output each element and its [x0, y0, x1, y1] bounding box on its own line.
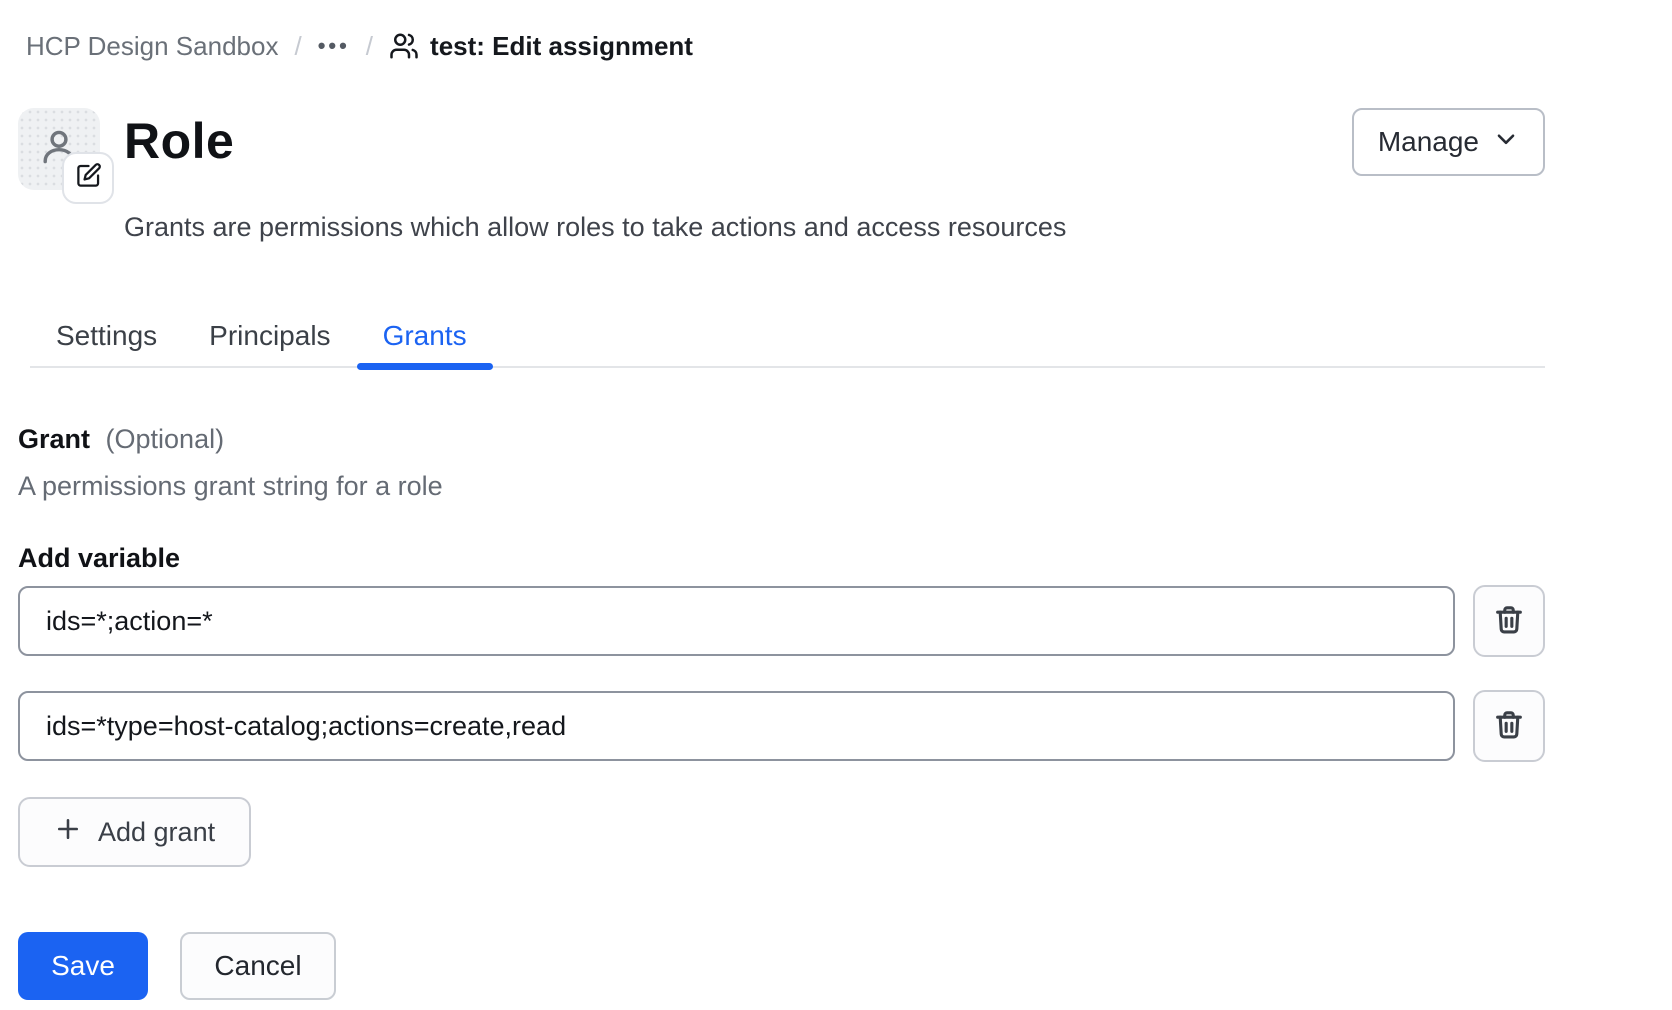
delete-grant-button-2[interactable]: [1473, 690, 1545, 762]
plus-icon: [54, 815, 82, 850]
role-avatar-wrap: [18, 108, 100, 190]
page-header: Role Grants are permissions which allow …: [18, 108, 1545, 242]
grant-input-2[interactable]: [18, 691, 1455, 761]
save-button[interactable]: Save: [18, 932, 148, 1000]
form-actions: Save Cancel: [18, 932, 1545, 1000]
grant-row: [18, 585, 1545, 657]
tab-settings[interactable]: Settings: [30, 320, 183, 366]
trash-icon: [1492, 708, 1526, 745]
breadcrumb-separator: /: [294, 31, 301, 62]
title-block: Role Grants are permissions which allow …: [124, 108, 1066, 242]
breadcrumb-item-hcp-design-sandbox[interactable]: HCP Design Sandbox: [26, 31, 278, 62]
page-title: Role: [124, 114, 1066, 168]
tab-grants[interactable]: Grants: [357, 320, 493, 366]
grant-field-label: Grant: [18, 424, 90, 454]
grant-field-label-row: Grant (Optional): [18, 424, 1545, 454]
cancel-button[interactable]: Cancel: [180, 932, 336, 1000]
grant-field-help: A permissions grant string for a role: [18, 471, 1545, 501]
add-variable-label: Add variable: [18, 543, 1545, 573]
tab-principals[interactable]: Principals: [183, 320, 356, 366]
breadcrumb: HCP Design Sandbox / ••• / test: Edit as…: [26, 30, 1545, 62]
breadcrumb-separator: /: [366, 31, 373, 62]
add-grant-button[interactable]: Add grant: [18, 797, 251, 867]
users-icon: [389, 31, 419, 61]
manage-button[interactable]: Manage: [1352, 108, 1545, 176]
avatar-edit-button[interactable]: [62, 152, 114, 204]
add-grant-button-label: Add grant: [98, 817, 215, 848]
delete-grant-button-1[interactable]: [1473, 585, 1545, 657]
grant-input-1[interactable]: [18, 586, 1455, 656]
breadcrumb-item-ellipsis[interactable]: •••: [318, 33, 350, 59]
chevron-down-icon: [1493, 126, 1519, 159]
breadcrumb-current-label: test: Edit assignment: [430, 31, 693, 62]
edit-pencil-icon: [75, 162, 102, 194]
page-subtitle: Grants are permissions which allow roles…: [124, 212, 1066, 242]
role-edit-page: HCP Design Sandbox / ••• / test: Edit as…: [18, 0, 1545, 1000]
trash-icon: [1492, 603, 1526, 640]
grant-row: [18, 690, 1545, 762]
tab-bar: Settings Principals Grants: [30, 320, 1545, 368]
breadcrumb-item-current: test: Edit assignment: [389, 31, 693, 62]
grant-field-optional: (Optional): [106, 424, 225, 454]
manage-button-label: Manage: [1378, 126, 1479, 158]
